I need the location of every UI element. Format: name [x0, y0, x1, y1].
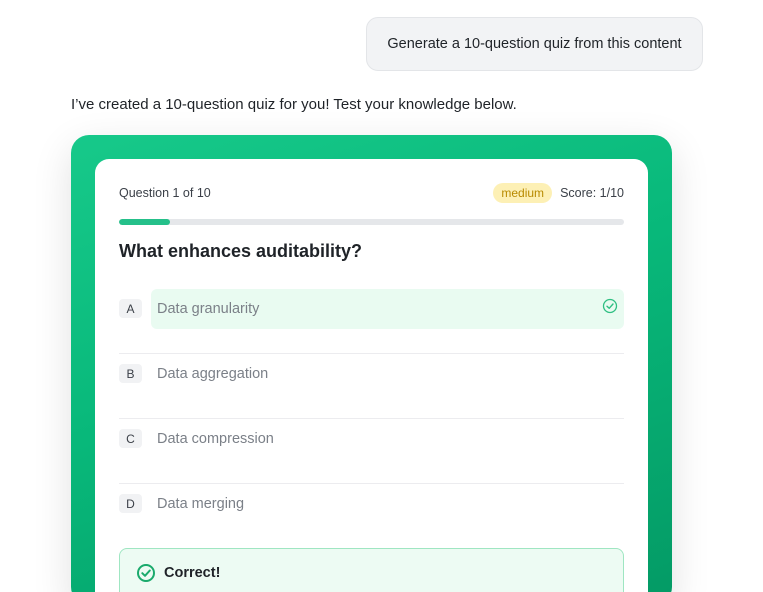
difficulty-badge: medium: [493, 183, 553, 203]
option-body[interactable]: Data granularity: [151, 289, 624, 329]
feedback-banner: Correct!: [119, 548, 624, 592]
progress-bar-fill: [119, 219, 170, 225]
option-label: Data granularity: [157, 301, 260, 317]
option-letter: A: [119, 299, 142, 318]
question-text: What enhances auditability?: [119, 241, 363, 261]
chat-thread: Generate a 10-question quiz from this co…: [0, 0, 763, 592]
progress-bar: [119, 219, 624, 225]
answer-option-a[interactable]: A Data granularity: [119, 289, 624, 354]
answer-option-d[interactable]: D Data merging: [119, 484, 624, 549]
option-label: Data merging: [157, 496, 245, 512]
quiz-card: Question 1 of 10 medium Score: 1/10 What…: [95, 159, 648, 592]
option-body[interactable]: Data merging: [151, 484, 624, 524]
question-counter: Question 1 of 10: [119, 186, 211, 200]
answer-option-c[interactable]: C Data compression: [119, 419, 624, 484]
option-label: Data compression: [157, 431, 274, 447]
check-circle-icon: [137, 564, 155, 582]
answer-options: A Data granularity B Data aggregation C …: [119, 289, 624, 549]
score-label: Score: 1/10: [560, 186, 624, 200]
quiz-meta-right: medium Score: 1/10: [493, 183, 624, 203]
answer-option-b[interactable]: B Data aggregation: [119, 354, 624, 419]
quiz-meta-row: Question 1 of 10 medium Score: 1/10: [119, 182, 624, 204]
quiz-widget: Question 1 of 10 medium Score: 1/10 What…: [71, 135, 672, 592]
user-message-bubble: Generate a 10-question quiz from this co…: [366, 17, 703, 71]
option-body[interactable]: Data aggregation: [151, 354, 624, 394]
option-body[interactable]: Data compression: [151, 419, 624, 459]
option-letter: B: [119, 364, 142, 383]
user-message-text: Generate a 10-question quiz from this co…: [387, 36, 682, 52]
option-letter: C: [119, 429, 142, 448]
feedback-text: Correct!: [164, 565, 221, 581]
assistant-message-text: I’ve created a 10-question quiz for you!…: [71, 96, 517, 113]
check-circle-icon: [602, 298, 618, 314]
option-label: Data aggregation: [157, 366, 269, 382]
option-letter: D: [119, 494, 142, 513]
